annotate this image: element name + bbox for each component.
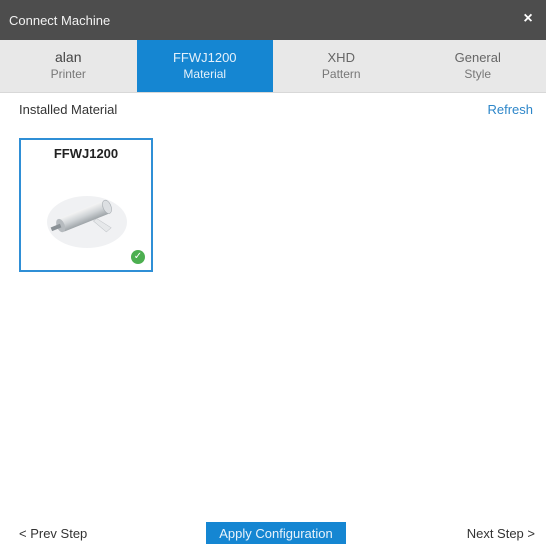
tab-printer[interactable]: alan Printer [0,40,137,92]
close-icon[interactable]: × [518,9,538,29]
tab-pattern-name: XHD [328,49,355,66]
tab-material-label: Material [183,66,226,83]
material-card[interactable]: FFWJ1200 ✓ [19,138,153,272]
connect-machine-dialog: Connect Machine × alan Printer FFWJ1200 … [0,0,546,544]
title-bar: Connect Machine × [0,0,546,40]
window-title: Connect Machine [9,13,110,28]
tab-style-label: Style [464,66,491,83]
check-circle-icon: ✓ [131,250,145,264]
tab-pattern-label: Pattern [322,66,361,83]
next-step-button[interactable]: Next Step > [467,526,535,541]
tab-material[interactable]: FFWJ1200 Material [137,40,274,92]
tab-style[interactable]: General Style [410,40,546,92]
material-roll-image [39,176,135,256]
tab-printer-name: alan [55,49,81,66]
section-title: Installed Material [19,102,117,117]
tab-material-name: FFWJ1200 [173,49,237,66]
tab-printer-label: Printer [51,66,86,83]
refresh-link[interactable]: Refresh [487,102,533,117]
apply-configuration-button[interactable]: Apply Configuration [206,522,346,544]
tab-pattern[interactable]: XHD Pattern [273,40,410,92]
tab-style-name: General [455,49,501,66]
footer-bar: < Prev Step Apply Configuration Next Ste… [0,518,546,544]
material-name: FFWJ1200 [21,146,151,161]
tab-bar: alan Printer FFWJ1200 Material XHD Patte… [0,40,546,93]
prev-step-button[interactable]: < Prev Step [19,526,87,541]
